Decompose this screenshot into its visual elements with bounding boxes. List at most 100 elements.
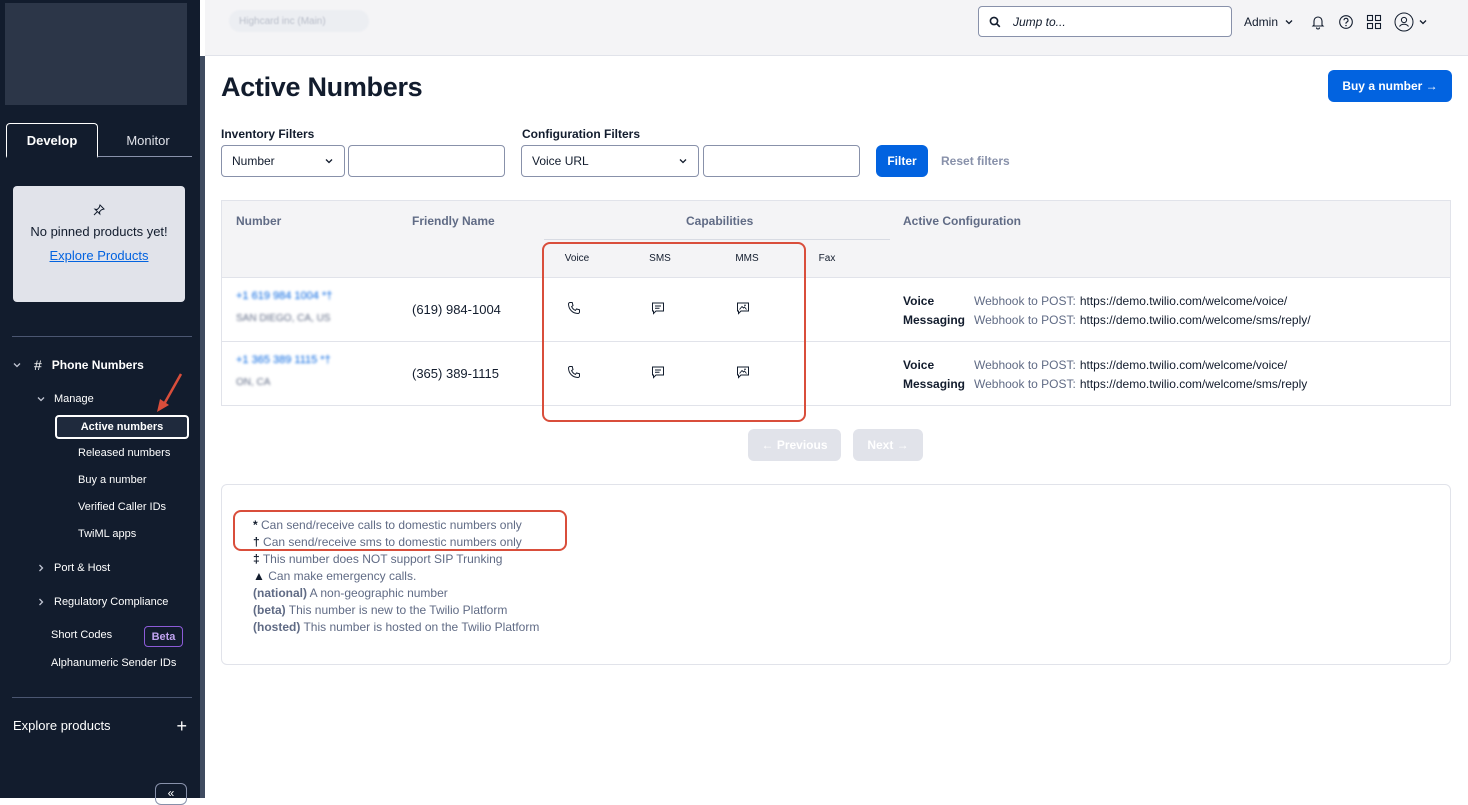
previous-page-button[interactable]: ← Previous [748,429,841,461]
header-number: Number [236,214,282,228]
header-friendly-name: Friendly Name [412,214,495,228]
apps-grid-icon[interactable] [1366,14,1382,30]
inventory-filter-value: Number [232,154,275,168]
friendly-name: (365) 389-1115 [412,366,499,381]
chevron-right-icon [39,564,44,572]
voice-config-label: Voice [903,294,935,308]
nav-port-host-label: Port & Host [54,562,111,574]
hash-icon: # [34,357,42,373]
page-title: Active Numbers [221,72,423,102]
admin-menu[interactable]: Admin [1244,15,1278,29]
inventory-filter-select[interactable]: Number [221,145,345,177]
plus-icon: + [176,715,187,736]
phone-number-link[interactable]: +1 619 984 1004 *† [236,290,332,302]
top-right-controls: Admin [1244,12,1428,32]
nav-manage-label: Manage [54,393,94,405]
header-active-configuration: Active Configuration [903,214,1022,228]
bell-icon[interactable] [1310,14,1326,30]
chevron-down-icon [1419,20,1427,25]
divider [12,336,192,337]
configuration-filter-input[interactable] [703,145,860,177]
legend-item: (hosted) This number is hosted on the Tw… [253,619,539,636]
configuration-filters-label: Configuration Filters [522,127,640,141]
sidebar: Develop Monitor No pinned products yet! … [0,0,200,805]
messaging-webhook-url: https://demo.twilio.com/welcome/sms/repl… [1079,377,1308,391]
nav-verified-caller-ids[interactable]: Verified Caller IDs [78,501,166,513]
phone-number-location: SAN DIEGO, CA, US [236,313,331,324]
phone-number-link[interactable]: +1 365 389 1115 *† [236,354,331,366]
tab-develop[interactable]: Develop [6,123,98,158]
nav-released-numbers[interactable]: Released numbers [78,447,170,459]
nav-port-host[interactable]: Port & Host [36,562,110,574]
voice-config-label: Voice [903,358,935,372]
explore-products-link[interactable]: Explore Products [13,248,185,263]
chevron-down-icon [37,397,45,402]
search-input[interactable]: Jump to... [978,6,1232,37]
search-icon [989,16,1001,27]
inventory-filter-input[interactable] [348,145,505,177]
legend-tag: (beta) [253,603,286,617]
nav-alphanumeric-sender-ids[interactable]: Alphanumeric Sender IDs [51,657,176,669]
search-placeholder: Jump to... [1013,14,1066,29]
chevron-right-icon [39,598,44,606]
nav-buy-a-number[interactable]: Buy a number [78,474,146,486]
voice-webhook-url: https://demo.twilio.com/welcome/voice/ [1079,294,1288,308]
collapse-sidebar-button[interactable]: « [155,783,187,805]
legend-text: This number is new to the Twilio Platfor… [288,603,508,617]
nav-active-numbers[interactable]: Active numbers [55,415,189,439]
legend-text: This number does NOT support SIP Trunkin… [262,552,503,566]
active-configuration: Voice Webhook to POST: https://demo.twilio… [903,292,1311,330]
header-capabilities: Capabilities [686,214,754,228]
configuration-filter-value: Voice URL [532,154,589,168]
nav-phone-numbers-label: Phone Numbers [51,358,144,372]
pin-icon [93,204,105,216]
header-fax: Fax [818,253,836,264]
legend-text: Can make emergency calls. [268,569,417,583]
nav-regulatory-compliance[interactable]: Regulatory Compliance [36,596,168,608]
active-configuration: Voice Webhook to POST: https://demo.twilio… [903,356,1307,394]
divider [12,697,192,698]
sidebar-scrollbar[interactable] [200,56,205,798]
legend-item: (beta) This number is new to the Twilio … [253,602,539,619]
next-page-button[interactable]: Next → [853,429,923,461]
configuration-filter-select[interactable]: Voice URL [521,145,699,177]
voice-webhook-url: https://demo.twilio.com/welcome/voice/ [1079,358,1288,372]
top-bar: Highcard inc (Main) Jump to... Admin [205,0,1468,56]
messaging-config-label: Messaging [903,313,966,327]
numbers-table: Number Friendly Name Capabilities Active… [221,200,1451,406]
user-avatar-icon[interactable] [1394,12,1414,32]
help-icon[interactable] [1338,14,1354,30]
chevron-down-icon [325,159,333,164]
reset-filters-button[interactable]: Reset filters [941,154,1010,168]
pinned-message: No pinned products yet! [30,224,168,239]
capabilities-highlight [542,242,806,422]
legend-item: ‡ This number does NOT support SIP Trunk… [253,551,539,568]
capabilities-divider [544,239,890,240]
voice-webhook-method: Webhook to POST: [974,358,1076,372]
chevron-down-icon [679,159,687,164]
beta-badge: Beta [144,626,183,647]
buy-a-number-button[interactable]: Buy a number → [1328,70,1452,102]
legend-highlight [233,510,567,551]
friendly-name: (619) 984-1004 [412,302,501,317]
account-switcher[interactable]: Highcard inc (Main) [229,10,369,32]
messaging-webhook-method: Webhook to POST: [974,377,1076,391]
legend-item: (national) A non-geographic number [253,585,539,602]
nav-phone-numbers[interactable]: # Phone Numbers [12,357,144,373]
nav-twiml-apps[interactable]: TwiML apps [78,528,136,540]
tab-monitor[interactable]: Monitor [104,123,192,157]
annotation-arrow-icon [157,373,183,412]
legend-tag: (national) [253,586,307,600]
nav-manage[interactable]: Manage [36,393,94,405]
messaging-config-label: Messaging [903,377,966,391]
explore-products-row[interactable]: Explore products + [13,715,187,736]
filter-button[interactable]: Filter [876,145,928,177]
legend-text: This number is hosted on the Twilio Plat… [303,620,540,634]
messaging-webhook-method: Webhook to POST: [974,313,1076,327]
chevron-down-icon [13,363,21,368]
pinned-products-box: No pinned products yet! Explore Products [13,186,185,302]
table-header: Number Friendly Name Capabilities Active… [222,201,1450,278]
inventory-filters-label: Inventory Filters [221,127,315,141]
nav-short-codes[interactable]: Short Codes [51,629,112,641]
messaging-webhook-url: https://demo.twilio.com/welcome/sms/repl… [1079,313,1311,327]
